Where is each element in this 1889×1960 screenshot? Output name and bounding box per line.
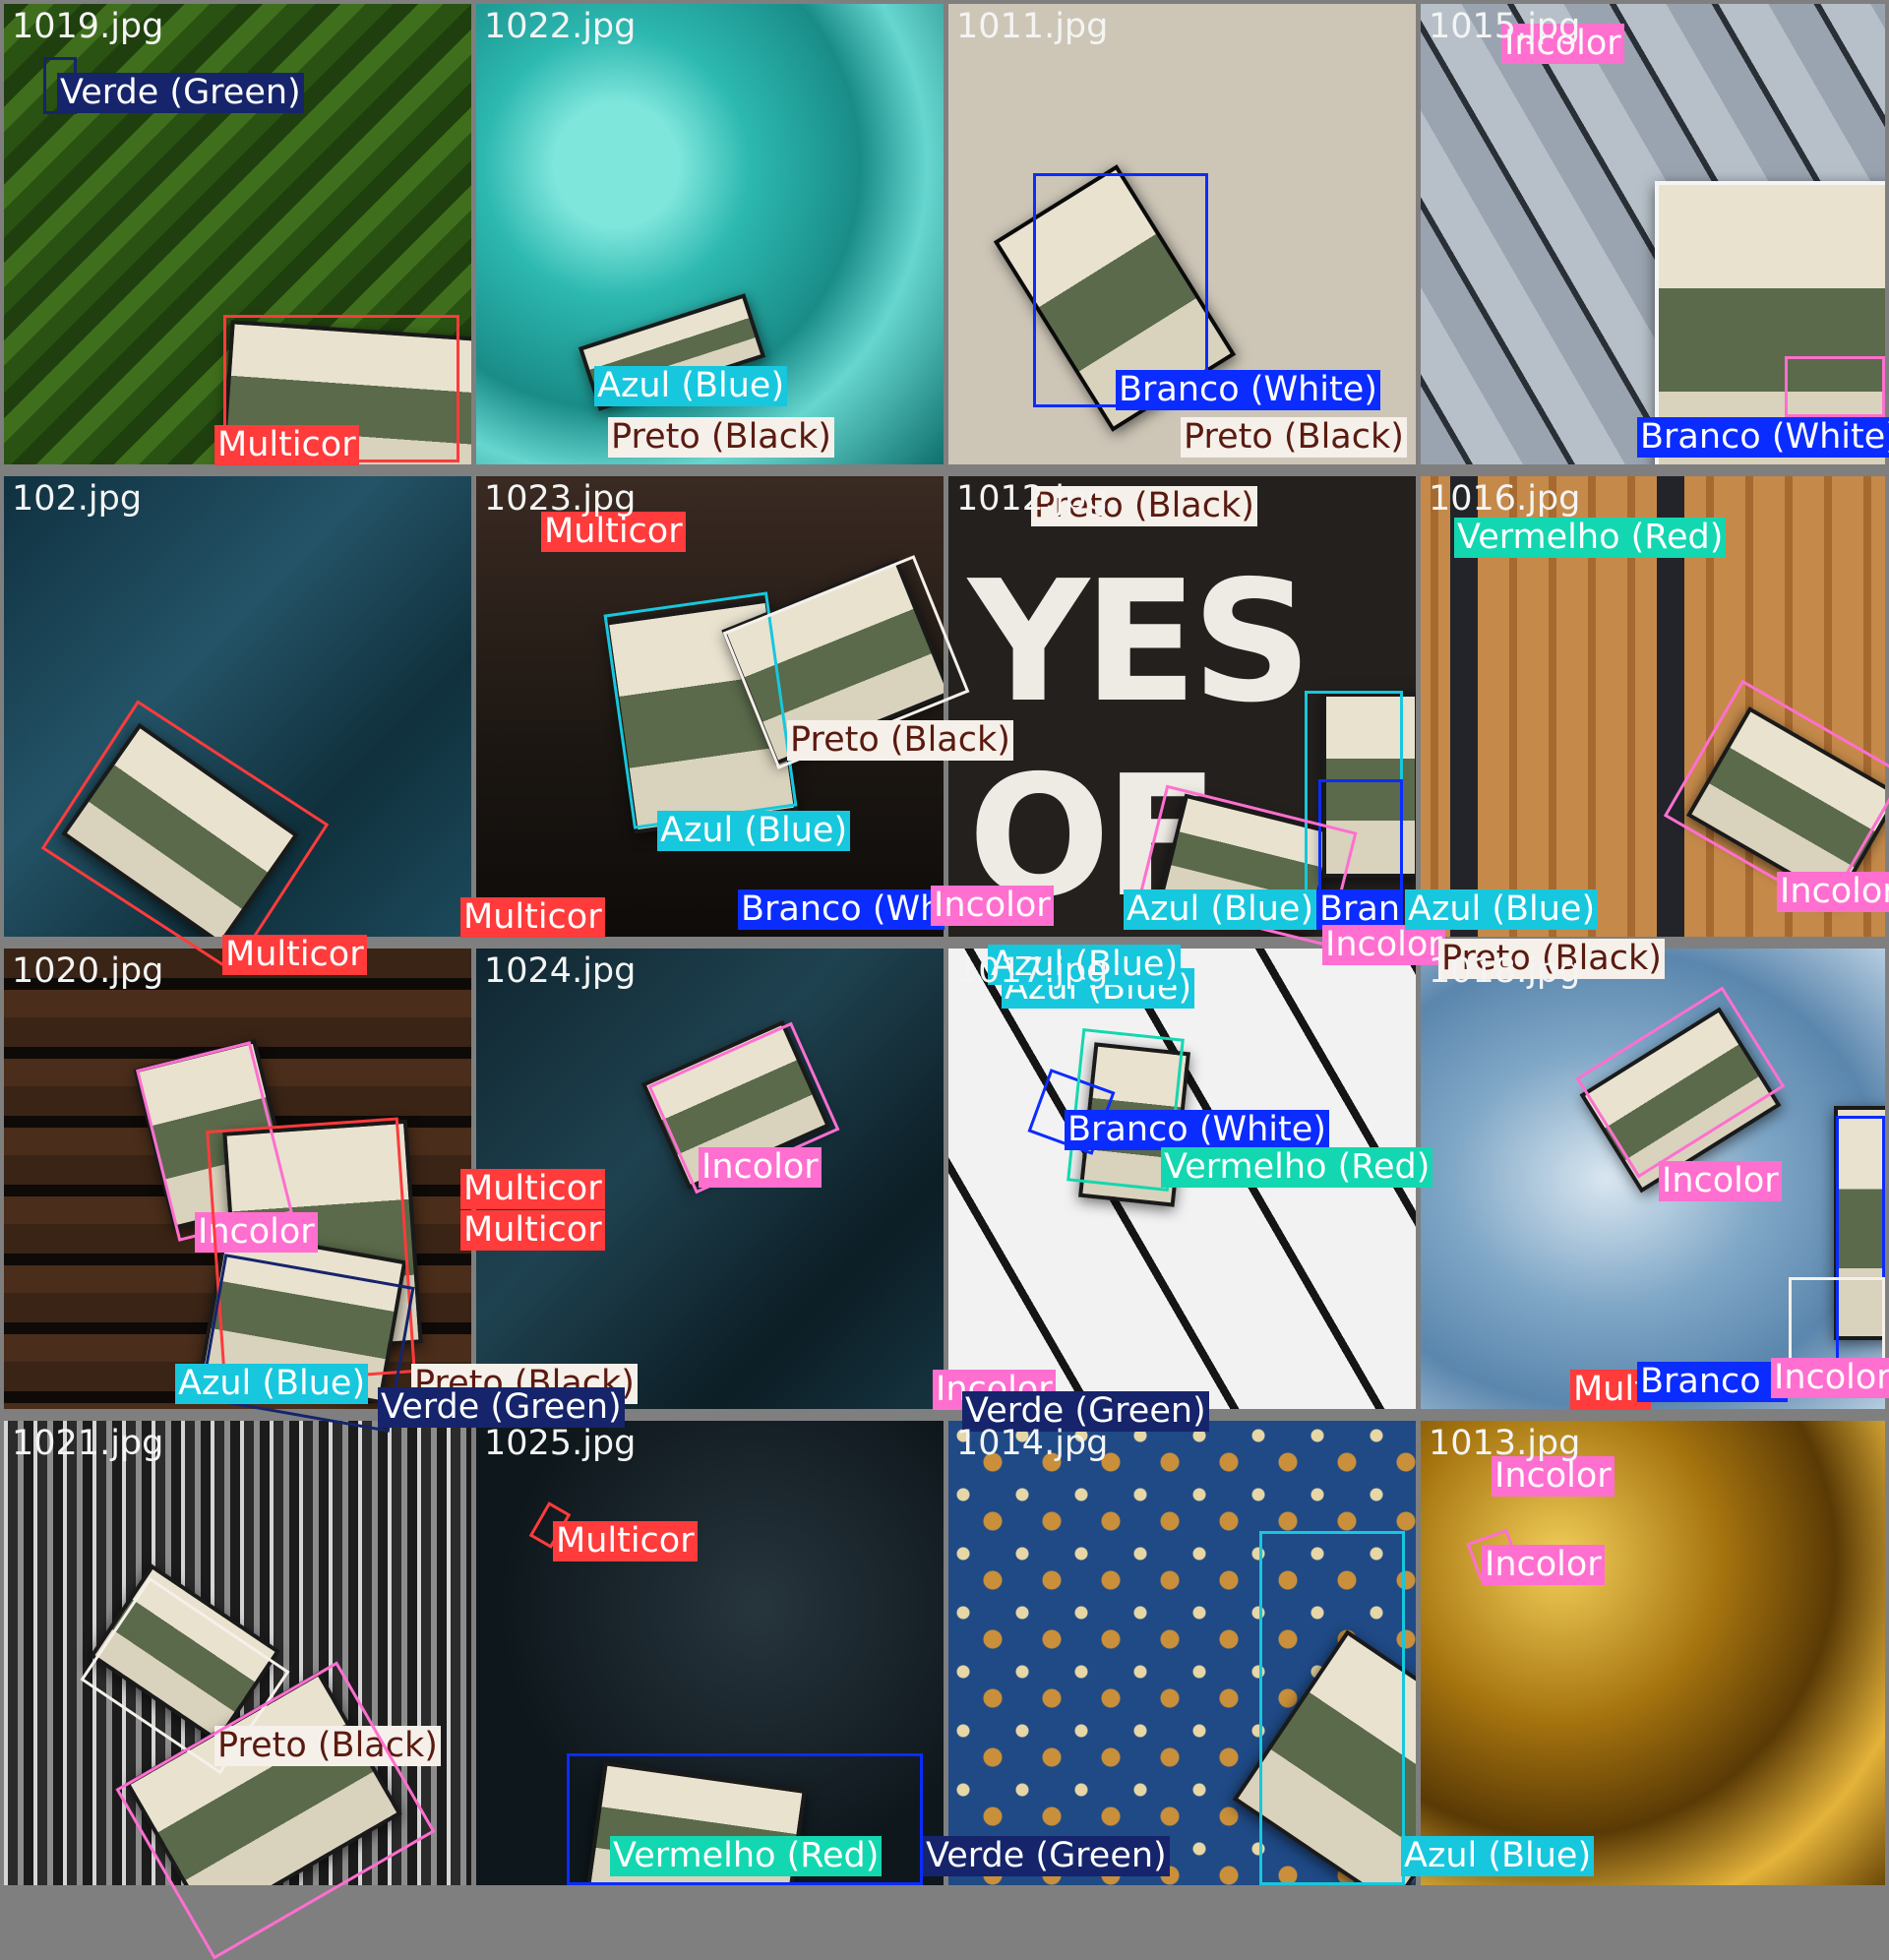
card-image	[578, 293, 766, 411]
tile-1011: 1011.jpg	[948, 4, 1416, 464]
card-image	[199, 1228, 407, 1405]
tile-filename: 1025.jpg	[484, 1424, 637, 1463]
tile-1024: 1024.jpg	[476, 949, 944, 1409]
tile-filename: 1024.jpg	[484, 951, 637, 991]
tile-1012: 1012.jpg YES OF	[948, 476, 1416, 937]
card-image	[586, 1761, 807, 1885]
card-image	[640, 1019, 831, 1191]
tile-filename: 1017.jpg	[956, 951, 1109, 991]
tile-filename: 1015.jpg	[1429, 7, 1581, 46]
tile-1023: 1023.jpg	[476, 476, 944, 937]
tile-1025: 1025.jpg	[476, 1421, 944, 1885]
rail	[1450, 476, 1478, 937]
tile-filename: 1016.jpg	[1429, 479, 1581, 519]
card-image	[1232, 1629, 1416, 1885]
tile-1021: 1021.jpg	[4, 1421, 471, 1885]
tile-1015: 1015.jpg	[1421, 4, 1885, 464]
tile-1014: 1014.jpg	[948, 1421, 1416, 1885]
tile-filename: 1023.jpg	[484, 479, 637, 519]
card-image	[61, 722, 299, 937]
tile-filename: 1019.jpg	[12, 7, 164, 46]
card-image	[1655, 181, 1885, 464]
tile-1017: 1017.jpg	[948, 949, 1416, 1409]
tile-1020: 1020.jpg	[4, 949, 471, 1409]
tile-filename: 1014.jpg	[956, 1424, 1109, 1463]
card-image	[219, 320, 471, 464]
tile-filename: 1022.jpg	[484, 7, 637, 46]
card-image	[993, 164, 1237, 432]
tile-1022: 1022.jpg	[476, 4, 944, 464]
tile-1013: 1013.jpg	[1421, 1421, 1885, 1885]
tile-filename: 1013.jpg	[1429, 1424, 1581, 1463]
tile-filename: 102.jpg	[12, 479, 143, 519]
tile-filename: 1018.jpg	[1429, 951, 1581, 991]
tile-102: 102.jpg	[4, 476, 471, 937]
card-image	[1579, 1007, 1782, 1194]
tile-1019: 1019.jpg	[4, 4, 471, 464]
image-grid: 1019.jpg 1022.jpg 1011.jpg 1015.jpg 102.…	[0, 0, 1889, 1889]
card-image	[1685, 706, 1885, 903]
card-image	[1078, 1042, 1190, 1207]
card-image	[1834, 1106, 1885, 1340]
tile-filename: 1012.jpg	[956, 479, 1109, 519]
tile-filename: 1021.jpg	[12, 1424, 164, 1463]
tile-1016: 1016.jpg	[1421, 476, 1885, 937]
card-image	[1322, 693, 1416, 878]
tile-1018: 1018.jpg	[1421, 949, 1885, 1409]
rail	[1657, 476, 1684, 937]
tile-filename: 1020.jpg	[12, 951, 164, 991]
tile-filename: 1011.jpg	[956, 7, 1109, 46]
